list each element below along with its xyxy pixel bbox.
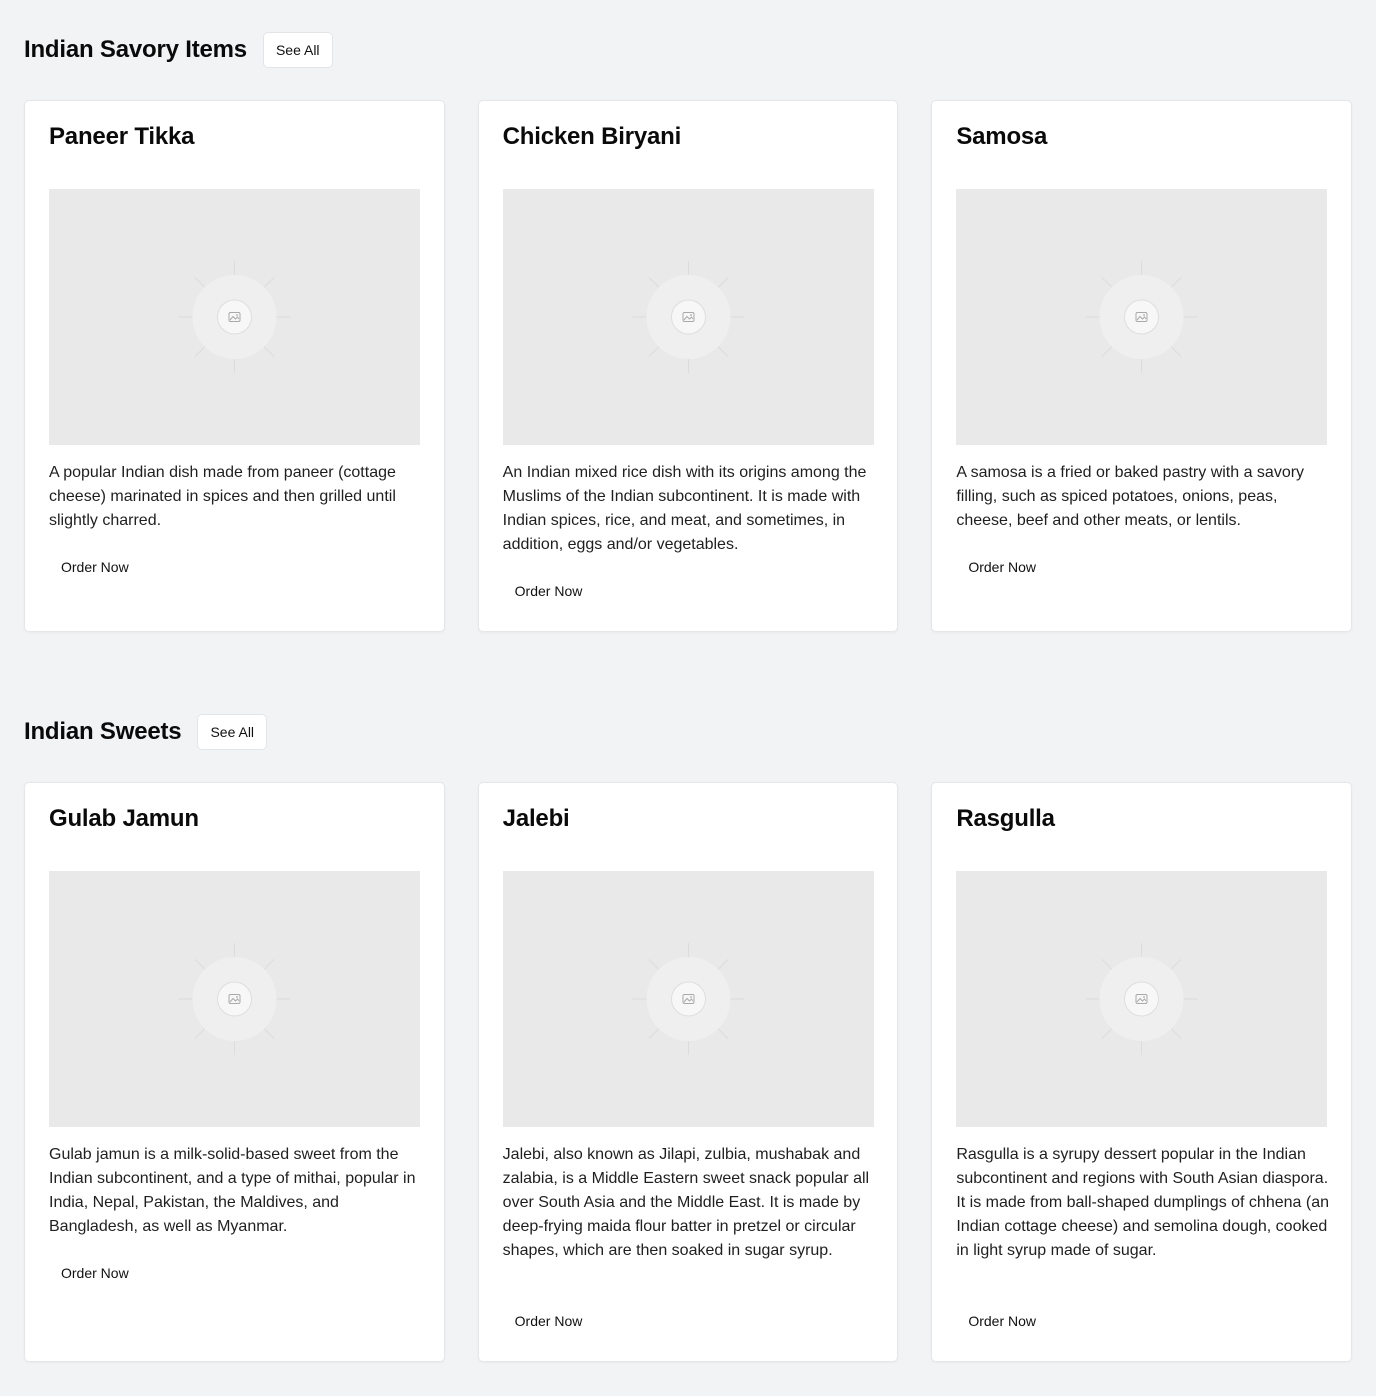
card-image-placeholder: [502, 871, 874, 1127]
see-all-button[interactable]: See All: [262, 32, 333, 68]
product-card: Rasgulla Rasgulla is a syrupy dessert po…: [931, 782, 1353, 1362]
image-placeholder-icon: [178, 943, 291, 1055]
product-card: Gulab Jamun Gulab jamun is a milk-solid-…: [24, 782, 445, 1362]
card-title: Samosa: [956, 123, 1048, 150]
card-description: A samosa is a fried or baked pastry with…: [956, 464, 1305, 529]
order-now-button[interactable]: Order Now: [49, 549, 141, 585]
product-card: Chicken Biryani An Indian mixed rice dis…: [477, 100, 899, 632]
order-now-button[interactable]: Order Now: [49, 1255, 141, 1291]
section-header: Indian Sweets See All: [24, 714, 1352, 750]
section-header: Indian Savory Items See All: [24, 32, 1352, 68]
section-title: Indian Savory Items: [24, 36, 247, 63]
card-title: Gulab Jamun: [49, 805, 199, 832]
order-now-button[interactable]: Order Now: [503, 573, 595, 609]
card-image-placeholder: [956, 871, 1328, 1127]
card-title: Paneer Tikka: [49, 123, 195, 150]
card-image-placeholder: [49, 189, 420, 445]
order-now-button[interactable]: Order Now: [956, 549, 1048, 585]
card-title: Jalebi: [502, 805, 570, 832]
card-grid: Paneer Tikka A popular Indian dish made …: [24, 100, 1353, 632]
card-image-placeholder: [502, 189, 874, 445]
card-description: Jalebi, also known as Jilapi, zulbia, mu…: [502, 1146, 870, 1259]
card-image-placeholder: [49, 871, 420, 1127]
page: Indian Savory Items See All Paneer Tikka: [0, 0, 1376, 1396]
image-placeholder-icon: [178, 261, 291, 373]
card-grid: Gulab Jamun Gulab jamun is a milk-solid-…: [24, 782, 1353, 1362]
section-title: Indian Sweets: [24, 718, 182, 745]
card-description: An Indian mixed rice dish with its origi…: [502, 464, 867, 553]
card-title: Rasgulla: [956, 805, 1055, 832]
product-card: Paneer Tikka A popular Indian dish made …: [24, 100, 445, 632]
card-title: Chicken Biryani: [502, 123, 682, 150]
image-placeholder-icon: [632, 943, 745, 1055]
image-placeholder-icon: [1085, 261, 1198, 373]
product-card: Samosa A samosa is a fried or baked past…: [931, 100, 1353, 632]
order-now-button[interactable]: Order Now: [956, 1303, 1048, 1339]
card-description: Rasgulla is a syrupy dessert popular in …: [956, 1146, 1329, 1259]
card-image-placeholder: [956, 189, 1328, 445]
card-description: A popular Indian dish made from paneer (…: [49, 464, 396, 529]
section-indian-savory-items: Indian Savory Items See All Paneer Tikka: [24, 32, 1353, 632]
card-description: Gulab jamun is a milk-solid-based sweet …: [49, 1146, 416, 1235]
product-card: Jalebi Jalebi, also known as Jilapi, zul…: [477, 782, 899, 1362]
see-all-button[interactable]: See All: [197, 714, 268, 750]
section-indian-sweets: Indian Sweets See All Gulab Jamun Gulab …: [24, 714, 1353, 1362]
order-now-button[interactable]: Order Now: [503, 1303, 595, 1339]
image-placeholder-icon: [1085, 943, 1198, 1055]
image-placeholder-icon: [632, 261, 745, 373]
